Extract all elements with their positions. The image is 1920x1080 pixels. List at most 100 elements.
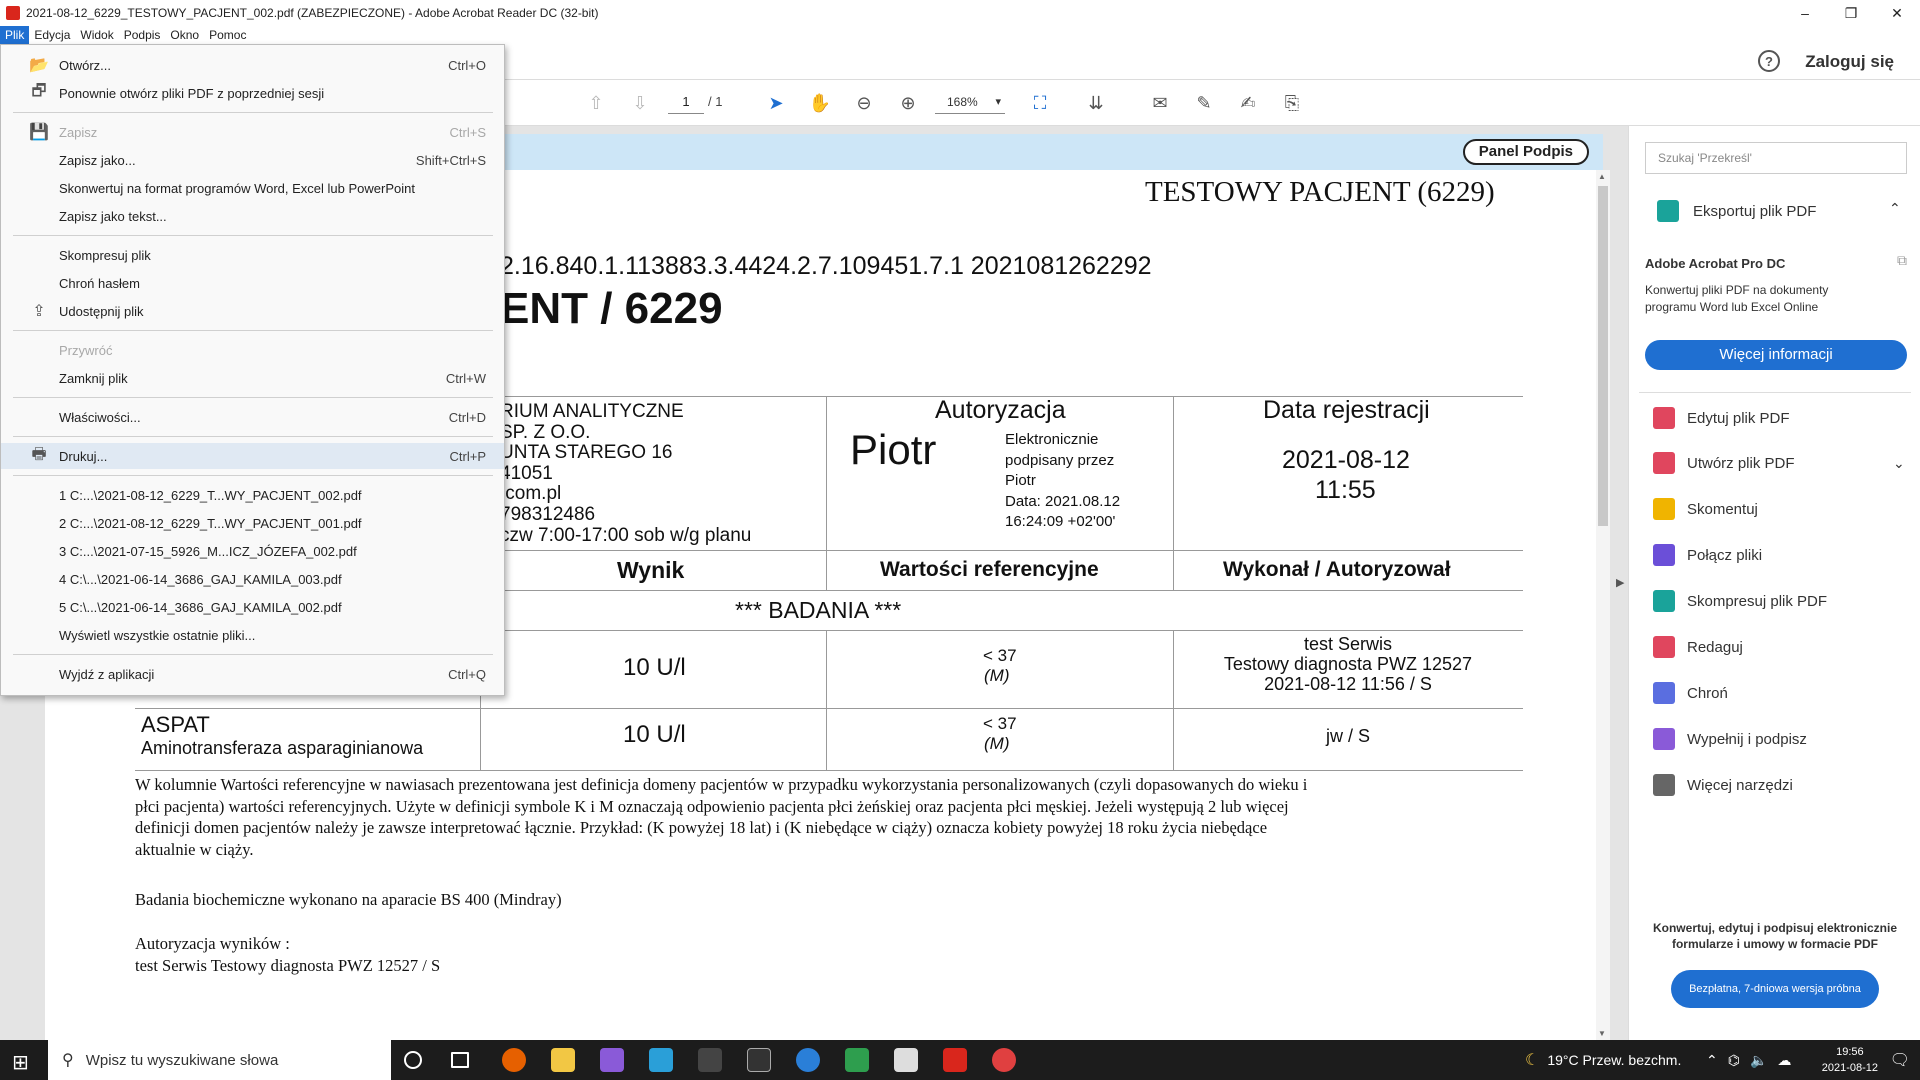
sign-icon[interactable]: ✍ xyxy=(1235,90,1261,116)
tray-chevron-icon[interactable]: ⌃ xyxy=(1706,1052,1718,1069)
weather-widget[interactable]: ☾ 19°C Przew. bezchm. xyxy=(1525,1040,1681,1080)
tool-label: Redaguj xyxy=(1687,638,1743,656)
menu-save[interactable]: 💾 Zapisz Ctrl+S xyxy=(1,119,504,145)
scroll-mode-icon[interactable]: ⇊ xyxy=(1083,90,1109,116)
file-explorer-icon[interactable] xyxy=(551,1048,575,1072)
menu-exit[interactable]: Wyjdź z aplikacji Ctrl+Q xyxy=(1,661,504,687)
next-page-icon[interactable]: ⇩ xyxy=(627,90,653,116)
tool-edit-pdf[interactable]: Edytuj plik PDF xyxy=(1653,403,1790,433)
menu-podpis[interactable]: Podpis xyxy=(119,26,166,44)
menu-plik[interactable]: Plik xyxy=(0,26,30,44)
menu-properties[interactable]: Właściwości... Ctrl+D xyxy=(1,404,504,430)
menu-edycja[interactable]: Edycja xyxy=(29,26,75,44)
by-line: 2021-08-12 11:56 / S xyxy=(1264,674,1432,694)
free-trial-button[interactable]: Bezpłatna, 7-dniowa wersja próbna xyxy=(1671,970,1879,1008)
more-info-button[interactable]: Więcej informacji xyxy=(1645,340,1907,370)
zoom-out-icon[interactable]: ⊖ xyxy=(851,90,877,116)
taskbar-search-input[interactable]: Wpisz tu wyszukiwane słowa xyxy=(86,1052,279,1069)
auth-signature-name: Piotr xyxy=(850,426,937,473)
divider xyxy=(1639,392,1911,393)
menu-recent-5[interactable]: 5 C:\...\2021-06-14_3686_GAJ_KAMILA_002.… xyxy=(1,594,504,620)
menu-bar: Plik Edycja Widok Podpis Okno Pomoc xyxy=(0,26,1920,44)
menu-password-protect[interactable]: Chroń hasłem xyxy=(1,270,504,296)
menu-compress[interactable]: Skompresuj plik xyxy=(1,242,504,268)
tool-comment[interactable]: Skomentuj xyxy=(1653,494,1758,524)
chevron-down-icon[interactable]: ⌄ xyxy=(1893,455,1905,472)
menu-revert[interactable]: Przywróć xyxy=(1,337,504,363)
digital-signature: Elektronicznie podpisany przez Piotr Dat… xyxy=(1005,430,1120,533)
app-icon[interactable] xyxy=(649,1048,673,1072)
firefox-icon[interactable] xyxy=(502,1048,526,1072)
menu-close-file[interactable]: Zamknij plik Ctrl+W xyxy=(1,365,504,391)
tool-fill-sign[interactable]: Wypełnij i podpisz xyxy=(1653,724,1807,754)
menu-okno[interactable]: Okno xyxy=(165,26,204,44)
zoom-in-icon[interactable]: ⊕ xyxy=(895,90,921,116)
tool-create-pdf[interactable]: Utwórz plik PDF ⌄ xyxy=(1653,448,1905,478)
volume-icon[interactable]: 🔈 xyxy=(1750,1052,1767,1069)
media-icon[interactable] xyxy=(894,1048,918,1072)
tool-label: Wypełnij i podpisz xyxy=(1687,730,1807,748)
tool-redact[interactable]: Redaguj xyxy=(1653,632,1743,662)
windows-start-icon[interactable]: ⊞ xyxy=(12,1050,29,1075)
menu-recent-4[interactable]: 4 C:\...\2021-06-14_3686_GAJ_KAMILA_003.… xyxy=(1,566,504,592)
close-button[interactable]: ✕ xyxy=(1874,0,1920,26)
signature-panel-button[interactable]: Panel Podpis xyxy=(1462,139,1589,165)
menu-convert-office[interactable]: Skonwertuj na format programów Word, Exc… xyxy=(1,175,504,201)
task-view-icon[interactable] xyxy=(451,1052,469,1068)
menu-show-all-recent[interactable]: Wyświetl wszystkie ostatnie pliki... xyxy=(1,622,504,648)
menu-save-as[interactable]: Zapisz jako... Shift+Ctrl+S xyxy=(1,147,504,173)
stamp-icon[interactable]: ⎘ xyxy=(1279,90,1305,116)
notifications-icon[interactable]: 🗨 xyxy=(1890,1050,1910,1070)
prev-page-icon[interactable]: ⇧ xyxy=(583,90,609,116)
tool-app-icon[interactable] xyxy=(698,1048,722,1072)
scroll-down-icon[interactable]: ▼ xyxy=(1598,1029,1606,1038)
chevron-up-icon[interactable]: ⌃ xyxy=(1889,200,1901,217)
export-pdf-tool[interactable]: Eksportuj plik PDF ⌃ xyxy=(1657,200,1901,222)
menu-print[interactable]: 🖶 Drukuj... Ctrl+P xyxy=(1,443,504,469)
vertical-scrollbar[interactable]: ▲ ▼ xyxy=(1596,170,1610,1040)
tools-search-input[interactable]: Szukaj 'Przekreśl' xyxy=(1645,142,1907,174)
chrome-icon[interactable] xyxy=(992,1048,1016,1072)
cloud-icon[interactable]: ☁ xyxy=(1777,1052,1791,1069)
menu-recent-2[interactable]: 2 C:...\2021-08-12_6229_T...WY_PACJENT_0… xyxy=(1,510,504,536)
acrobat-taskbar-icon[interactable] xyxy=(943,1048,967,1072)
comment-tool-icon[interactable]: ✉ xyxy=(1147,90,1173,116)
notepad-icon[interactable] xyxy=(845,1048,869,1072)
collapse-panel-icon[interactable]: ▶ xyxy=(1616,576,1624,589)
browser-icon[interactable] xyxy=(796,1048,820,1072)
menu-separator xyxy=(13,654,493,655)
restore-button[interactable]: ❐ xyxy=(1828,0,1874,26)
row2-reference: < 37 xyxy=(983,714,1017,733)
highlight-icon[interactable]: ✎ xyxy=(1191,90,1217,116)
menu-recent-3[interactable]: 3 C:...\2021-07-15_5926_M...ICZ_JÓZEFA_0… xyxy=(1,538,504,564)
login-button[interactable]: Zaloguj się xyxy=(1805,52,1894,72)
menu-reopen-session[interactable]: 🗗 Ponownie otwórz pliki PDF z poprzednie… xyxy=(1,80,504,106)
zoom-select[interactable]: 168% xyxy=(935,90,1005,114)
cortana-icon[interactable] xyxy=(404,1051,422,1069)
menu-save-as-text[interactable]: Zapisz jako tekst... xyxy=(1,203,504,229)
fit-page-icon[interactable]: ⛶ xyxy=(1027,90,1053,116)
tool-protect[interactable]: Chroń xyxy=(1653,678,1728,708)
menu-pomoc[interactable]: Pomoc xyxy=(204,26,251,44)
scrollbar-thumb[interactable] xyxy=(1598,186,1608,526)
menu-widok[interactable]: Widok xyxy=(75,26,118,44)
clock[interactable]: 19:56 2021-08-12 xyxy=(1822,1044,1878,1076)
terminal-icon[interactable] xyxy=(747,1048,771,1072)
menu-recent-1[interactable]: 1 C:...\2021-08-12_6229_T...WY_PACJENT_0… xyxy=(1,482,504,508)
hand-tool-icon[interactable]: ✋ xyxy=(807,90,833,116)
menu-open[interactable]: 📂 Otwórz... Ctrl+O xyxy=(1,52,504,78)
select-cursor-icon[interactable]: ➤ xyxy=(763,90,789,116)
minimize-button[interactable]: – xyxy=(1782,0,1828,26)
scroll-up-icon[interactable]: ▲ xyxy=(1598,172,1606,181)
visual-studio-icon[interactable] xyxy=(600,1048,624,1072)
taskbar-search[interactable]: ⚲ Wpisz tu wyszukiwane słowa xyxy=(48,1040,391,1080)
page-number-input[interactable]: 1 xyxy=(668,90,704,114)
tool-combine[interactable]: Połącz pliki xyxy=(1653,540,1762,570)
help-icon[interactable]: ? xyxy=(1758,50,1780,72)
tool-more[interactable]: Więcej narzędzi xyxy=(1653,770,1793,800)
menu-share[interactable]: ⇪ Udostępnij plik xyxy=(1,298,504,324)
system-tray: ⌃ ⌬ 🔈 ☁ xyxy=(1706,1040,1791,1080)
network-icon[interactable]: ⌬ xyxy=(1728,1052,1740,1069)
lab-line: RIUM ANALITYCZNE xyxy=(500,401,684,422)
tool-compress[interactable]: Skompresuj plik PDF xyxy=(1653,586,1827,616)
